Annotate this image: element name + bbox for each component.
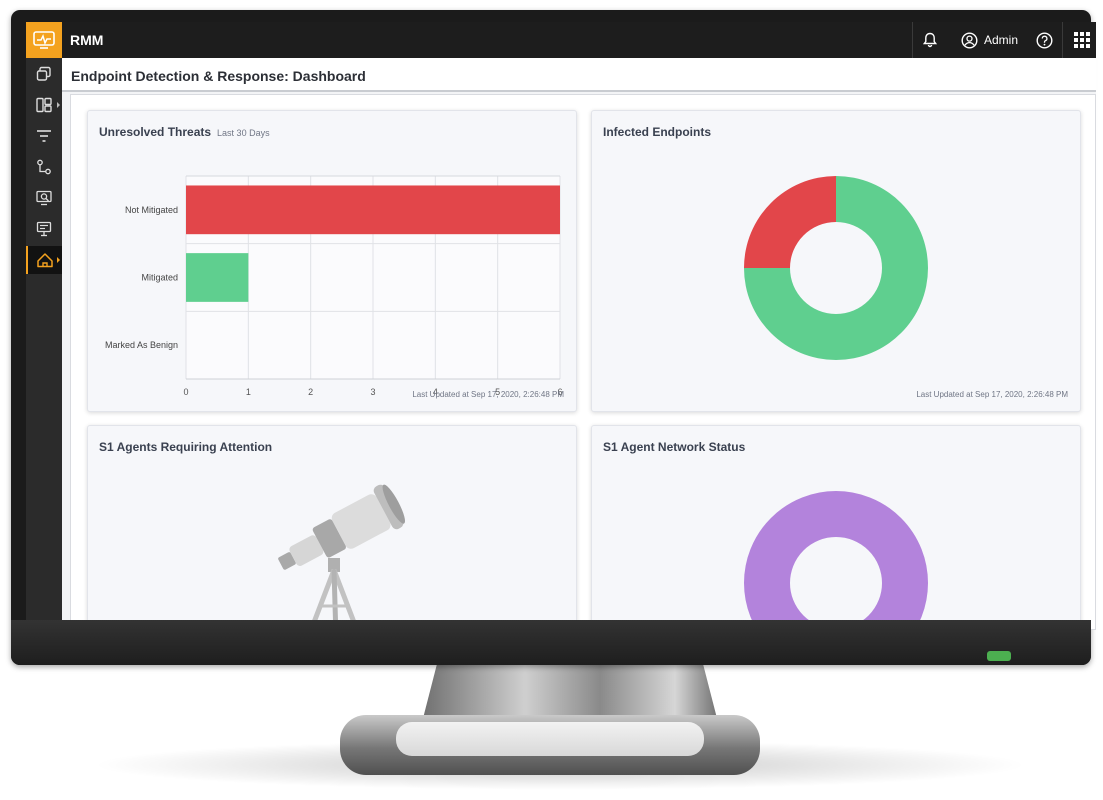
divider [1062,22,1063,58]
dashboard-widgets-icon[interactable] [26,91,62,119]
divider [912,22,913,58]
chevron-right-icon [57,102,60,108]
logo-icon[interactable] [26,22,62,58]
help-circle-icon[interactable] [1034,30,1054,50]
donut-slice [744,491,928,630]
user-menu-label[interactable]: Admin [984,33,1018,47]
unresolved-threats-bar-chart: 0 1 2 3 4 5 6Not MitigatedMitigatedMarked As B… [105,175,563,397]
card-title-text: Unresolved Threats [99,125,212,139]
workflow-icon[interactable] [26,153,62,181]
top-bar: RMM Admin [26,22,1096,58]
app-title: RMM [70,32,104,48]
infected-endpoints-donut-chart [744,176,928,360]
network-status-donut-chart [744,491,928,630]
x-tick-label: 0 [183,387,188,397]
monitor-bezel [11,620,1091,665]
dashboard-content: Unresolved Threats Last 30 Days 0 1 2 3 4 5 6 No… [70,94,1096,630]
x-tick-label: 1 [246,387,251,397]
y-tick-label: Mitigated [141,273,178,283]
last-updated-text: Last Updated at Sep 17, 2020, 2:26:48 PM [412,390,564,399]
power-led [987,651,1011,661]
bell-icon[interactable] [920,30,940,50]
s1-agent-network-status-card: S1 Agent Network Status [591,425,1081,630]
card-title: S1 Agents Requiring Attention [99,440,273,454]
search-monitor-icon[interactable] [26,184,62,212]
x-tick-label: 3 [370,387,375,397]
sidebar [26,58,62,630]
page-header: Endpoint Detection & Response: Dashboard [62,58,1096,92]
s1-agents-attention-card: S1 Agents Requiring Attention [87,425,577,630]
grid-apps-icon[interactable] [1072,30,1092,50]
telescope-illustration [278,484,406,630]
bar [186,185,560,235]
donut-slice [744,176,836,268]
x-tick-label: 2 [308,387,313,397]
user-circle-icon[interactable] [959,30,979,50]
page-title: Endpoint Detection & Response: Dashboard [71,68,366,84]
edr-shield-icon[interactable] [26,246,62,274]
monitor-mockup: RMM Admin Endpoint Detection & Response:… [0,0,1103,800]
filter-icon[interactable] [26,122,62,150]
monitor-frame: RMM Admin Endpoint Detection & Response:… [11,10,1096,665]
bar [186,253,249,302]
card-title: Infected Endpoints [603,125,711,139]
unresolved-threats-card: Unresolved Threats Last 30 Days 0 1 2 3 4 5 6 No… [87,110,577,412]
y-tick-label: Marked As Benign [105,340,178,350]
card-subtitle: Last 30 Days [217,128,270,138]
y-tick-label: Not Mitigated [125,205,178,215]
screen: RMM Admin Endpoint Detection & Response:… [26,22,1096,630]
last-updated-text: Last Updated at Sep 17, 2020, 2:26:48 PM [916,390,1068,399]
card-title: Unresolved Threats Last 30 Days [99,125,270,139]
monitor-stand-base-top [396,722,704,756]
infected-endpoints-card: Infected Endpoints Last Updated at Sep 1… [591,110,1081,412]
devices-icon[interactable] [26,60,62,88]
reports-icon[interactable] [26,215,62,243]
card-title: S1 Agent Network Status [603,440,746,454]
chevron-right-icon [57,257,60,263]
